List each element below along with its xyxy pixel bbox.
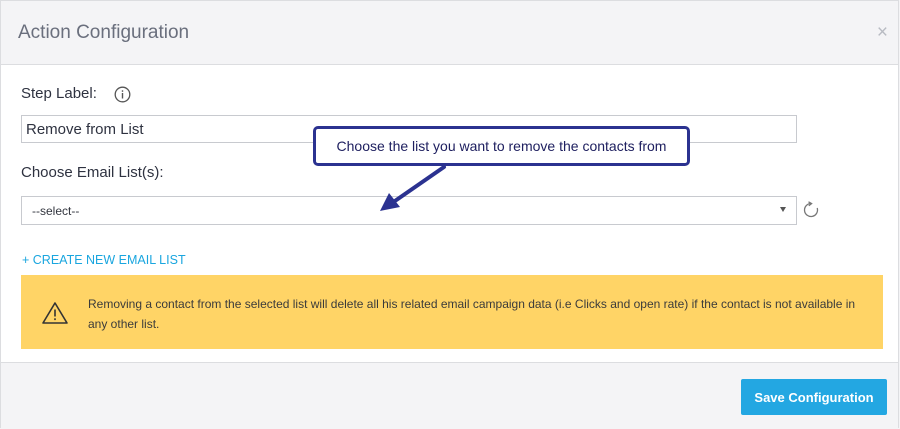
refresh-icon[interactable] [802, 201, 820, 219]
info-icon[interactable] [114, 86, 131, 103]
action-configuration-modal: Action Configuration × Step Label: Choos… [0, 0, 899, 429]
step-label-label: Step Label: [21, 85, 97, 102]
email-list-selected-value: --select-- [32, 204, 80, 218]
email-list-label: Choose Email List(s): [21, 164, 164, 181]
modal-header: Action Configuration × [1, 1, 898, 65]
create-email-list-link[interactable]: + CREATE NEW EMAIL LIST [22, 253, 186, 267]
warning-triangle-icon [42, 302, 68, 324]
close-icon[interactable]: × [877, 23, 888, 42]
annotation-callout: Choose the list you want to remove the c… [313, 126, 690, 166]
warning-alert: Removing a contact from the selected lis… [21, 275, 883, 349]
warning-message: Removing a contact from the selected lis… [88, 297, 856, 331]
save-configuration-button[interactable]: Save Configuration [741, 379, 887, 415]
modal-title: Action Configuration [18, 22, 190, 43]
annotation-arrow-icon [380, 165, 446, 211]
modal-footer: Save Configuration [1, 362, 898, 429]
chevron-down-icon [780, 207, 786, 212]
